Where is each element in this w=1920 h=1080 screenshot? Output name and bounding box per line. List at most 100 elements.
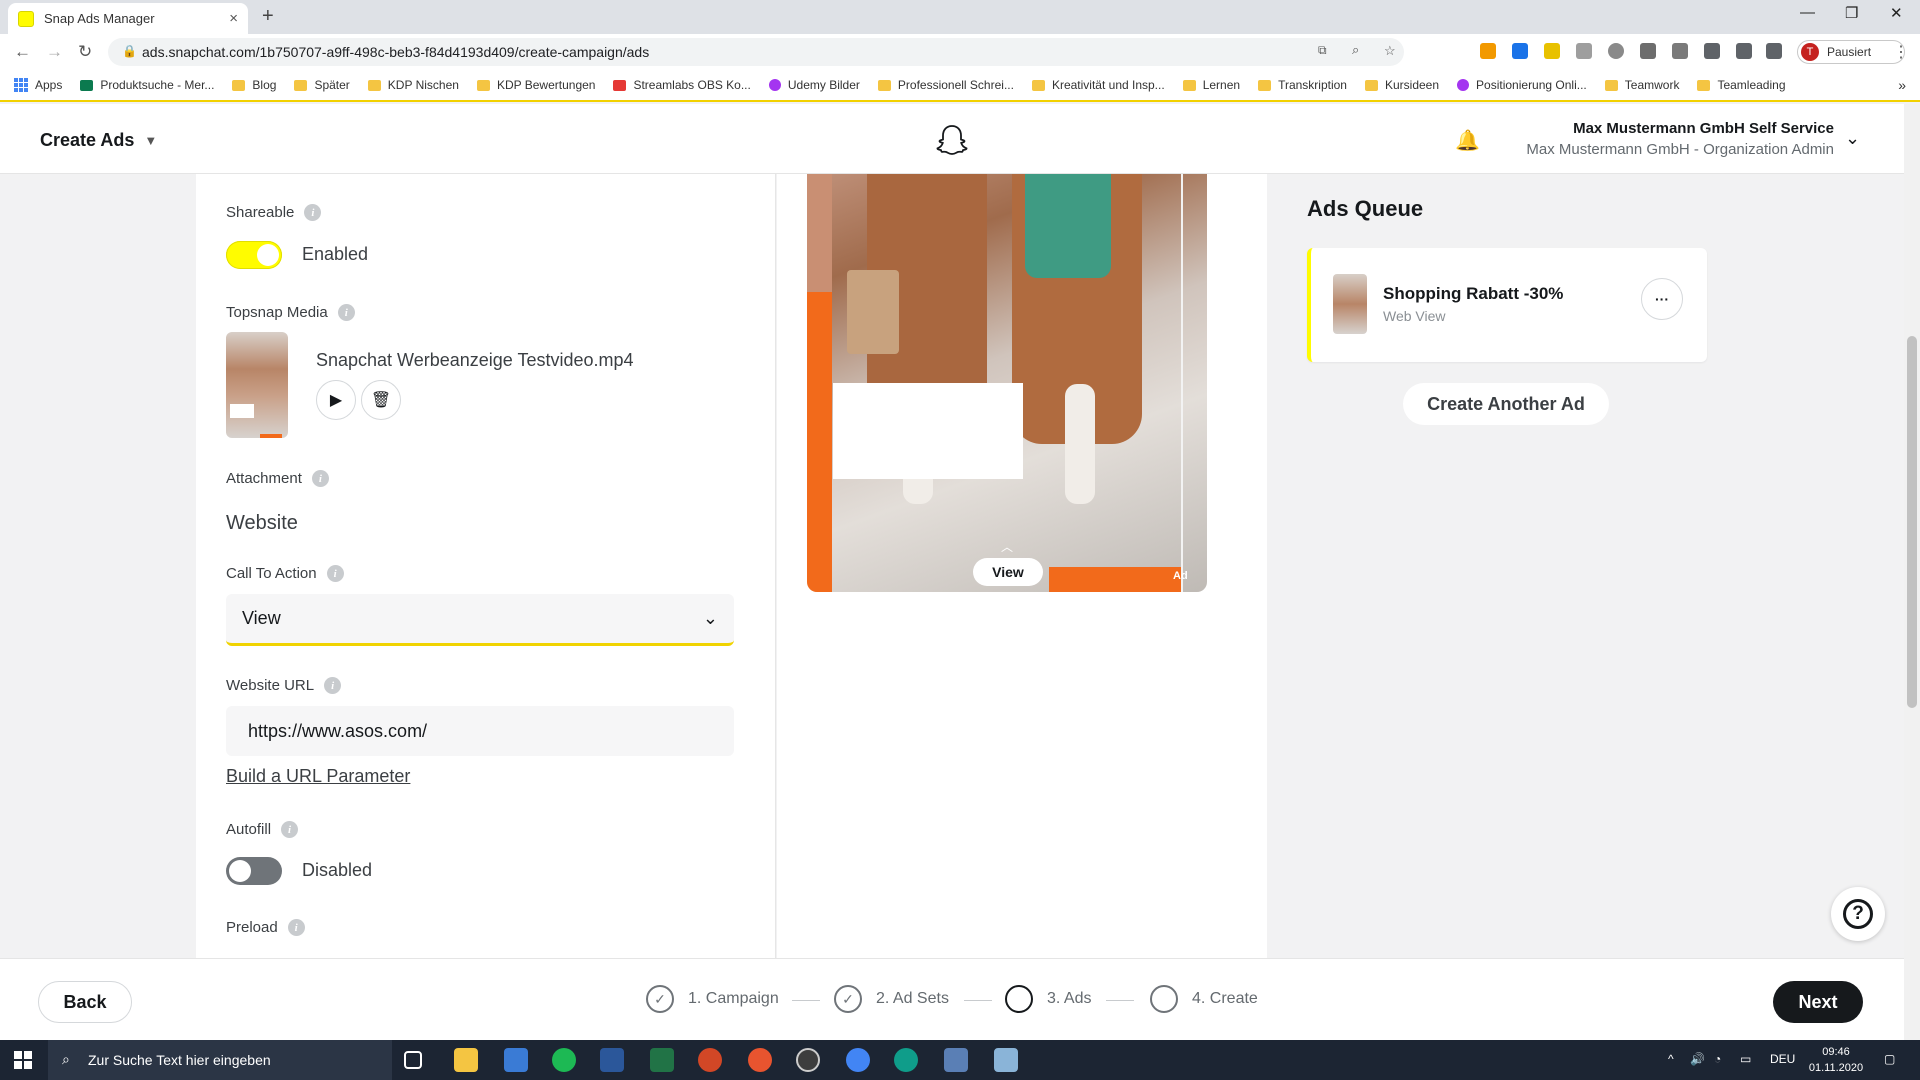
bookmark-item[interactable]: Blog	[232, 78, 276, 92]
media-thumbnail[interactable]	[226, 332, 288, 438]
task-view-icon[interactable]	[404, 1051, 422, 1069]
trash-icon[interactable]: 🗑	[361, 380, 401, 420]
bookmark-item[interactable]: Teamleading	[1697, 78, 1786, 92]
info-icon[interactable]: i	[324, 677, 342, 694]
bookmark-item[interactable]: Kreativität und Insp...	[1031, 78, 1165, 92]
word-icon[interactable]	[600, 1048, 624, 1072]
bookmark-item[interactable]: Später	[294, 78, 350, 92]
forward-arrow-icon[interactable]: →	[46, 42, 63, 62]
extension-icon[interactable]	[1480, 43, 1496, 59]
network-icon[interactable]: ◔	[1714, 1052, 1721, 1066]
window-close-icon[interactable]: ✕	[1890, 4, 1903, 22]
bookmark-item[interactable]: Positionierung Onli...	[1457, 78, 1587, 92]
back-button[interactable]: Back	[38, 981, 132, 1023]
more-bookmarks-icon[interactable]: »	[1898, 77, 1906, 93]
extension-icon[interactable]	[1608, 43, 1624, 59]
step-ads[interactable]: 3. Ads	[1005, 985, 1091, 1013]
step-campaign[interactable]: ✓ 1. Campaign	[646, 985, 779, 1013]
info-icon[interactable]: i	[326, 565, 344, 582]
next-button[interactable]: Next	[1773, 981, 1863, 1023]
browser-tab[interactable]: Snap Ads Manager ×	[8, 3, 248, 34]
profile-button[interactable]: T Pausiert	[1797, 40, 1905, 64]
keyboard-icon[interactable]: ▭	[1740, 1052, 1751, 1066]
spotify-icon[interactable]	[552, 1048, 576, 1072]
website-url-input[interactable]: https://www.asos.com/	[226, 706, 734, 756]
queue-item[interactable]: Shopping Rabatt -30% Web View ···	[1307, 248, 1707, 362]
notification-bell-icon[interactable]: 🔔	[1455, 128, 1480, 153]
info-icon[interactable]: i	[281, 821, 299, 838]
page-scrollbar[interactable]	[1904, 104, 1920, 1040]
info-icon[interactable]: i	[337, 304, 355, 321]
bookmark-item[interactable]: Kursideen	[1364, 78, 1439, 92]
chevron-down-icon[interactable]: ⌄	[1845, 128, 1860, 149]
bookmark-item[interactable]: KDP Nischen	[367, 78, 459, 92]
bookmark-item[interactable]: Udemy Bilder	[768, 78, 860, 92]
minimize-icon[interactable]: —	[1800, 4, 1815, 21]
extension-icon[interactable]	[1704, 43, 1720, 59]
chrome-icon[interactable]	[846, 1048, 870, 1072]
browser-menu-icon[interactable]: ⋮	[1893, 42, 1909, 62]
info-icon[interactable]: i	[311, 470, 329, 487]
zoom-icon[interactable]: ⌕	[1352, 42, 1359, 58]
build-url-parameter-link[interactable]: Build a URL Parameter	[226, 766, 410, 787]
volume-icon[interactable]: 🔊	[1690, 1052, 1705, 1066]
bookmark-item[interactable]: KDP Bewertungen	[476, 78, 595, 92]
bookmarks-bar: Apps Produktsuche - Mer... Blog Später K…	[0, 70, 1920, 102]
translate-icon[interactable]: ⧉	[1318, 43, 1327, 58]
account-switcher[interactable]: Max Mustermann GmbH Self Service Max Mus…	[1480, 120, 1834, 158]
app-icon[interactable]	[994, 1048, 1018, 1072]
info-icon[interactable]: i	[304, 204, 322, 221]
create-another-ad-button[interactable]: Create Another Ad	[1403, 383, 1609, 425]
help-button[interactable]: ?	[1831, 887, 1885, 941]
extension-icon[interactable]	[1576, 43, 1592, 59]
windows-start-icon[interactable]	[14, 1051, 32, 1069]
new-tab-button[interactable]: +	[262, 5, 274, 28]
snapchat-favicon-icon	[18, 10, 34, 27]
tray-chevron-icon[interactable]: ^	[1668, 1052, 1674, 1066]
bookmark-item[interactable]: Teamwork	[1604, 78, 1679, 92]
bookmark-item[interactable]: Transkription	[1258, 78, 1347, 92]
puzzle-icon[interactable]	[1736, 43, 1752, 59]
extension-icon[interactable]	[1640, 43, 1656, 59]
bookmark-star-icon[interactable]: ☆	[1384, 43, 1396, 59]
more-options-icon[interactable]: ···	[1641, 278, 1683, 320]
bookmark-apps[interactable]: Apps	[14, 78, 62, 92]
play-icon[interactable]: ▶	[316, 380, 356, 420]
extension-icon[interactable]	[1512, 43, 1528, 59]
excel-icon[interactable]	[650, 1048, 674, 1072]
reload-icon[interactable]: ↻	[78, 42, 92, 62]
step-create[interactable]: 4. Create	[1150, 985, 1258, 1013]
extension-icon[interactable]	[1672, 43, 1688, 59]
bookmark-item[interactable]: Professionell Schrei...	[877, 78, 1014, 92]
extension-icon[interactable]	[1544, 43, 1560, 59]
bookmark-item[interactable]: Produktsuche - Mer...	[80, 78, 214, 92]
step-ad-sets[interactable]: ✓ 2. Ad Sets	[834, 985, 949, 1013]
file-explorer-icon[interactable]	[454, 1048, 478, 1072]
restore-icon[interactable]: ❐	[1845, 4, 1858, 22]
taskbar-search[interactable]: ⌕ Zur Suche Text hier eingeben	[48, 1040, 392, 1080]
bookmark-item[interactable]: Streamlabs OBS Ko...	[613, 78, 751, 92]
snapchat-ghost-icon[interactable]	[934, 122, 970, 158]
back-arrow-icon[interactable]: ←	[14, 42, 31, 62]
app-icon[interactable]	[944, 1048, 968, 1072]
shareable-toggle[interactable]	[226, 241, 282, 269]
app-icon[interactable]	[748, 1048, 772, 1072]
autofill-toggle[interactable]	[226, 857, 282, 885]
chevron-down-icon: ▼	[144, 133, 158, 148]
notifications-icon[interactable]: ▢	[1884, 1052, 1895, 1066]
info-icon[interactable]: i	[287, 919, 305, 936]
udemy-icon	[768, 79, 781, 91]
reading-list-icon[interactable]	[1766, 43, 1782, 59]
obs-icon[interactable]	[796, 1048, 820, 1072]
system-clock[interactable]: 09:46 01.11.2020	[1806, 1044, 1866, 1076]
language-indicator[interactable]: DEU	[1770, 1052, 1795, 1066]
address-bar[interactable]: 🔒 ads.snapchat.com/1b750707-a9ff-498c-be…	[108, 38, 1404, 66]
preview-cta-button[interactable]: View	[973, 558, 1043, 586]
create-ads-menu[interactable]: Create Ads ▼	[40, 130, 157, 151]
edge-icon[interactable]	[894, 1048, 918, 1072]
close-tab-icon[interactable]: ×	[229, 10, 238, 27]
bookmark-item[interactable]: Lernen	[1182, 78, 1240, 92]
powerpoint-icon[interactable]	[698, 1048, 722, 1072]
call-to-action-select[interactable]: View ⌄	[226, 594, 734, 646]
mail-icon[interactable]	[504, 1048, 528, 1072]
